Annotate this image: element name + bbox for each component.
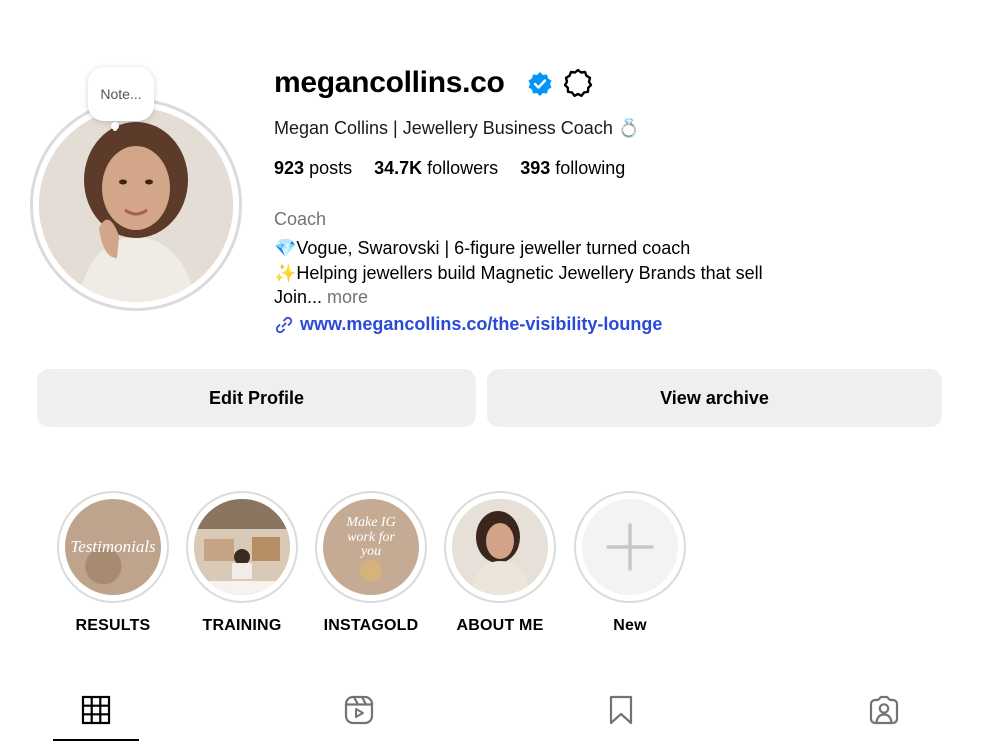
tagged-user-icon[interactable] [868, 694, 900, 726]
highlight-instagold[interactable]: Make IG work for you INSTAGOLD [314, 491, 428, 635]
reels-icon[interactable] [343, 694, 375, 726]
avatar[interactable] [39, 108, 233, 302]
highlight-cover-text: Make IG work for you [346, 514, 396, 560]
highlight-new[interactable]: New [573, 491, 687, 635]
profile-stats: 923 posts 34.7K followers 393 following [274, 158, 625, 179]
profile-link[interactable]: www.megancollins.co/the-visibility-loung… [274, 314, 662, 335]
profile-username: megancollins.co [274, 66, 505, 99]
view-archive-button[interactable]: View archive [487, 369, 942, 427]
highlight-cover-text: Testimonials [70, 537, 156, 557]
highlight-label: New [613, 617, 647, 634]
verified-badge-icon [528, 72, 552, 96]
posts-stat: 923 posts [274, 158, 352, 179]
highlight-cover: Testimonials [65, 499, 161, 595]
link-icon [275, 316, 293, 333]
highlight-training[interactable]: TRAINING [185, 491, 299, 635]
avatar-portrait [39, 108, 233, 302]
highlight-cover: Make IG work for you [323, 499, 419, 595]
highlight-results[interactable]: Testimonials RESULTS [56, 491, 170, 635]
training-cover-image [194, 499, 290, 595]
highlight-label: RESULTS [75, 617, 151, 634]
bio-line-1: 💎Vogue, Swarovski | 6-figure jeweller tu… [274, 238, 691, 258]
followers-count: 34.7K [374, 158, 423, 178]
profile-category: Coach [274, 209, 327, 229]
highlight-ring [444, 491, 556, 603]
highlight-cover [452, 499, 548, 595]
edit-profile-button[interactable]: Edit Profile [37, 369, 476, 427]
following-label: following [555, 158, 626, 178]
following-stat[interactable]: 393 following [520, 158, 625, 179]
following-count: 393 [520, 158, 551, 178]
highlight-ring [186, 491, 298, 603]
highlight-ring: Make IG work for you [315, 491, 427, 603]
note-bubble[interactable]: Note... [88, 67, 154, 121]
profile-full-name: Megan Collins | Jewellery Business Coach… [274, 118, 641, 138]
profile-link-text: www.megancollins.co/the-visibility-loung… [300, 314, 663, 334]
bio-truncated: Join... [274, 287, 323, 307]
highlight-ring [574, 491, 686, 603]
settings-gear-icon[interactable] [563, 68, 593, 98]
note-placeholder: Note... [100, 86, 142, 102]
about-me-cover-image [452, 499, 548, 595]
highlight-cover [194, 499, 290, 595]
followers-label: followers [427, 158, 499, 178]
highlight-ring: Testimonials [57, 491, 169, 603]
bio-line-2: ✨Helping jewellers build Magnetic Jewell… [274, 263, 763, 283]
highlight-label: TRAINING [202, 617, 282, 634]
note-bubble-tail-small [113, 127, 117, 131]
more-link[interactable]: more [327, 287, 368, 307]
highlight-about-me[interactable]: ABOUT ME [443, 491, 557, 635]
highlight-label: ABOUT ME [456, 617, 544, 634]
posts-label: posts [309, 158, 353, 178]
plus-icon [606, 523, 654, 571]
bio-line-3: Join... more [274, 287, 368, 308]
highlight-label: INSTAGOLD [323, 617, 419, 634]
highlight-cover [582, 499, 678, 595]
grid-icon[interactable] [80, 694, 112, 726]
bookmark-icon[interactable] [605, 694, 637, 726]
followers-stat[interactable]: 34.7K followers [374, 158, 498, 179]
posts-count: 923 [274, 158, 305, 178]
